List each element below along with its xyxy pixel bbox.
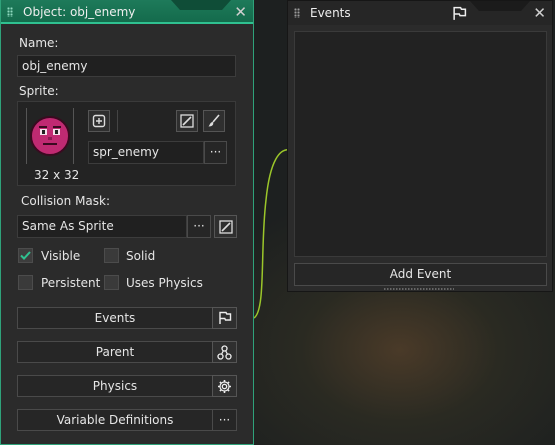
visible-checkbox[interactable] — [18, 248, 33, 263]
uses-physics-label: Uses Physics — [126, 276, 203, 290]
drag-grip-icon[interactable] — [294, 8, 300, 18]
toolbar-divider — [117, 110, 118, 132]
events-list[interactable] — [294, 31, 547, 257]
gear-icon — [218, 379, 231, 393]
name-label: Name: — [19, 36, 59, 50]
edit-sprite-button[interactable] — [176, 110, 198, 132]
object-panel-title: Object: obj_enemy — [23, 5, 136, 19]
new-sprite-button[interactable] — [88, 110, 110, 132]
sprite-section: 32 x 32 spr_enemy ··· — [17, 101, 236, 186]
variable-definitions-more-button[interactable]: ··· — [212, 409, 237, 431]
edit-image-icon — [218, 219, 233, 234]
events-button[interactable]: Events — [17, 307, 213, 329]
events-flag-button[interactable] — [212, 307, 237, 329]
flag-icon — [218, 311, 231, 324]
solid-label: Solid — [126, 249, 156, 263]
uses-physics-checkbox[interactable] — [104, 275, 119, 290]
physics-button[interactable]: Physics — [17, 375, 213, 397]
name-field[interactable]: obj_enemy — [17, 55, 236, 77]
visible-label: Visible — [41, 249, 81, 263]
persistent-checkbox[interactable] — [18, 275, 33, 290]
title-notch — [470, 1, 530, 11]
edit-collision-mask-button[interactable] — [214, 215, 237, 238]
sprite-size-text: 32 x 32 — [34, 168, 80, 182]
collision-mask-browse-button[interactable]: ··· — [187, 215, 211, 238]
sprite-preview[interactable] — [26, 108, 74, 164]
paint-sprite-button[interactable] — [203, 110, 225, 132]
drag-grip-icon[interactable] — [7, 7, 13, 17]
flag-icon[interactable] — [452, 6, 467, 21]
persistent-label: Persistent — [41, 276, 101, 290]
physics-settings-button[interactable] — [212, 375, 237, 397]
edit-image-icon — [180, 114, 194, 128]
variable-definitions-button[interactable]: Variable Definitions — [17, 409, 213, 431]
resize-handle[interactable] — [384, 288, 454, 290]
solid-checkbox[interactable] — [104, 248, 119, 263]
close-icon[interactable]: ✕ — [533, 4, 546, 22]
brush-icon — [208, 114, 220, 127]
close-icon[interactable]: ✕ — [234, 3, 247, 21]
hierarchy-icon — [217, 344, 232, 360]
collision-mask-field[interactable]: Same As Sprite — [17, 215, 187, 238]
collision-mask-label: Collision Mask: — [21, 194, 111, 208]
events-panel-title: Events — [310, 6, 351, 20]
title-notch — [171, 0, 231, 10]
checkmark-icon — [20, 251, 31, 260]
events-panel: Events ✕ Add Event — [287, 0, 553, 292]
object-panel-titlebar[interactable]: Object: obj_enemy ✕ — [1, 0, 253, 24]
events-panel-titlebar[interactable]: Events ✕ — [288, 1, 552, 25]
object-editor-panel: Object: obj_enemy ✕ Name: obj_enemy Spri… — [0, 0, 254, 445]
new-sprite-icon — [92, 114, 106, 128]
sprite-label: Sprite: — [19, 84, 59, 98]
add-event-button[interactable]: Add Event — [294, 263, 547, 286]
enemy-face-icon — [30, 116, 70, 156]
sprite-browse-button[interactable]: ··· — [204, 141, 227, 164]
parent-button[interactable]: Parent — [17, 341, 213, 363]
parent-hierarchy-button[interactable] — [212, 341, 237, 363]
sprite-select-field[interactable]: spr_enemy — [88, 141, 204, 164]
